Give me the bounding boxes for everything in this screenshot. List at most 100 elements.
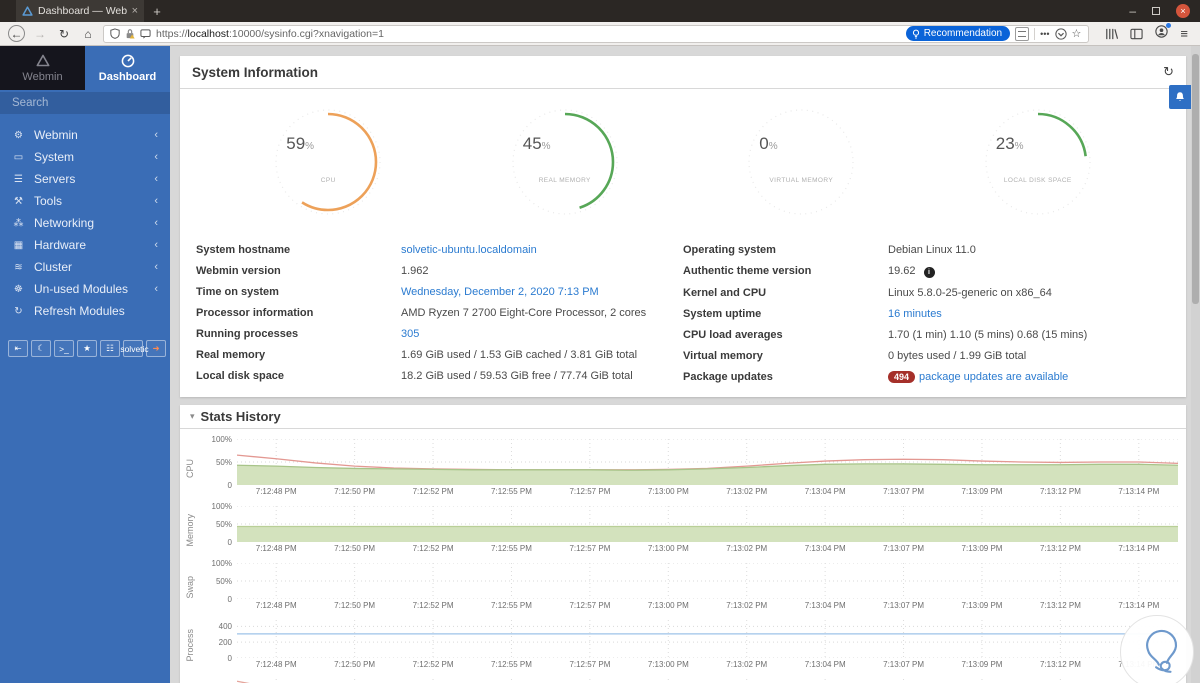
info-icon[interactable]: i bbox=[923, 266, 935, 278]
logout-button[interactable]: ➜ bbox=[146, 340, 166, 357]
gauge-label: REAL MEMORY bbox=[538, 177, 591, 184]
scrollbar-thumb[interactable] bbox=[1192, 54, 1199, 304]
time-tick: 7:12:52 PM bbox=[412, 601, 454, 610]
info-value-text: Linux 5.8.0-25-generic on x86_64 bbox=[888, 286, 1052, 299]
info-value-link[interactable]: 305 bbox=[401, 328, 419, 340]
chart-plot-process bbox=[237, 620, 1178, 658]
gauge-arc bbox=[275, 109, 381, 215]
reload-button[interactable]: ↻ bbox=[55, 25, 73, 43]
chart-row-memory: Memory 100% 50% 0 7:12:48 PM 7:12:50 PM 7:12:5… bbox=[182, 502, 1178, 555]
sidebar-item-label: Un-used Modules bbox=[34, 282, 129, 296]
url-bar[interactable]: https://localhost:10000/sysinfo.cgi?xnav… bbox=[103, 24, 1090, 43]
minimize-button[interactable]: – bbox=[1129, 4, 1136, 18]
refresh-icon[interactable]: ↻ bbox=[1163, 64, 1174, 80]
titlebar-spacer bbox=[170, 0, 1129, 22]
window-close-button[interactable]: × bbox=[1176, 4, 1190, 18]
stats-history-title[interactable]: Stats History bbox=[201, 409, 281, 424]
chart-time-axis-cpu: 7:12:48 PM 7:12:50 PM 7:12:52 PM 7:12:55 PM… bbox=[237, 485, 1178, 498]
forward-button[interactable]: → bbox=[31, 25, 49, 43]
chart-axis-label-process: Process bbox=[184, 629, 195, 662]
info-value: 0 bytes used / 1.99 GiB total bbox=[888, 350, 1026, 362]
bookmark-star-icon[interactable]: ☆ bbox=[1072, 27, 1083, 40]
info-value-link[interactable]: 16 minutes bbox=[888, 308, 942, 320]
info-value: 16 minutes bbox=[888, 308, 942, 320]
stats-history-card: ▾ Stats History CPU 100% 50% 0 7:12:48 PM 7:1… bbox=[180, 405, 1186, 683]
sidebar-search[interactable] bbox=[0, 92, 170, 114]
info-value-link[interactable]: package updates are available bbox=[919, 371, 1068, 383]
info-label: Package updates bbox=[683, 370, 773, 383]
favorites-button[interactable]: ★ bbox=[77, 340, 97, 357]
y-tick: 0 bbox=[227, 481, 232, 490]
lock-warning-icon[interactable] bbox=[125, 28, 135, 39]
url-text[interactable]: https://localhost:10000/sysinfo.cgi?xnav… bbox=[156, 28, 901, 40]
browser-tab[interactable]: Dashboard — Webmin 1. × bbox=[16, 0, 144, 22]
preferences-button[interactable]: ☷ bbox=[100, 340, 120, 357]
time-tick: 7:12:48 PM bbox=[255, 487, 297, 496]
chart-time-axis-process: 7:12:48 PM 7:12:50 PM 7:12:52 PM 7:12:55 PM… bbox=[237, 658, 1178, 671]
collapse-icon[interactable]: ▾ bbox=[190, 411, 195, 422]
gauge-real-memory: 45% REAL MEMORY bbox=[447, 107, 684, 217]
time-tick: 7:13:07 PM bbox=[883, 601, 925, 610]
time-tick: 7:13:12 PM bbox=[1039, 544, 1081, 553]
collapse-sidebar-button[interactable]: ⇤ bbox=[8, 340, 28, 357]
y-tick: 50% bbox=[215, 520, 232, 529]
gauge-local-disk-space: 23% LOCAL DISK SPACE bbox=[920, 107, 1157, 217]
search-input[interactable] bbox=[12, 97, 166, 109]
info-label: System hostname bbox=[196, 243, 291, 256]
gauge-label: CPU bbox=[320, 177, 336, 184]
account-notification-dot bbox=[1166, 22, 1172, 28]
sidebar-item-webmin[interactable]: ⚙ Webmin ‹ bbox=[0, 124, 170, 146]
time-tick: 7:12:50 PM bbox=[334, 601, 376, 610]
table-row-authentic-theme-version: Authentic theme version 19.62 i bbox=[683, 260, 1146, 282]
sidebar-item-tools[interactable]: ⚒ Tools ‹ bbox=[0, 190, 170, 212]
night-mode-button[interactable]: ☾ bbox=[31, 340, 51, 357]
chart-plot-memory bbox=[237, 506, 1178, 542]
sidebar-item-networking[interactable]: ⁂ Networking ‹ bbox=[0, 212, 170, 234]
sidebar-item-system[interactable]: ▭ System ‹ bbox=[0, 146, 170, 168]
terminal-button[interactable]: >_ bbox=[54, 340, 74, 357]
library-icon[interactable] bbox=[1105, 28, 1119, 40]
info-value: 494 package updates are available bbox=[888, 370, 1068, 383]
user-button[interactable]: solvetic bbox=[120, 340, 149, 357]
chart-time-axis-memory: 7:12:48 PM 7:12:50 PM 7:12:52 PM 7:12:55 PM… bbox=[237, 542, 1178, 555]
sidebar-item-un-used-modules[interactable]: ☸ Un-used Modules ‹ bbox=[0, 278, 170, 300]
sidebar-item-refresh-modules[interactable]: ↻ Refresh Modules bbox=[0, 300, 170, 322]
sidebar-tab-dashboard[interactable]: Dashboard bbox=[85, 46, 170, 90]
menu-button[interactable]: ≡ bbox=[1180, 26, 1188, 41]
main-content: System Information ↻ 59% CPU 45% REAL MEMOR… bbox=[170, 46, 1200, 683]
sidebar-tab-webmin[interactable]: Webmin bbox=[0, 46, 85, 90]
account-button[interactable] bbox=[1155, 22, 1172, 43]
gauge-value: 0% bbox=[759, 134, 778, 153]
info-label: Operating system bbox=[683, 243, 776, 256]
sidebar-item-servers[interactable]: ☰ Servers ‹ bbox=[0, 168, 170, 190]
notifications-button[interactable] bbox=[1169, 85, 1191, 109]
page-actions-menu-icon[interactable]: ••• bbox=[1040, 29, 1049, 39]
tab-close-icon[interactable]: × bbox=[132, 5, 138, 17]
page-scrollbar[interactable] bbox=[1191, 46, 1200, 683]
new-tab-button[interactable]: + bbox=[144, 0, 170, 22]
y-tick: 50% bbox=[215, 577, 232, 586]
sidebar-item-cluster[interactable]: ≋ Cluster ‹ bbox=[0, 256, 170, 278]
terminal-icon: >_ bbox=[59, 343, 69, 354]
info-value-link[interactable]: solvetic-ubuntu.localdomain bbox=[401, 244, 537, 256]
sidebar-panels-icon[interactable] bbox=[1130, 28, 1144, 40]
sidebar-item-label: Refresh Modules bbox=[34, 304, 125, 318]
time-tick: 7:13:12 PM bbox=[1039, 487, 1081, 496]
home-button[interactable]: ⌂ bbox=[79, 25, 97, 43]
back-button[interactable]: ← bbox=[8, 25, 25, 42]
shield-icon[interactable] bbox=[110, 28, 120, 39]
gauge-value: 23% bbox=[995, 134, 1024, 153]
logout-icon: ➜ bbox=[152, 343, 160, 353]
permissions-bubble-icon[interactable] bbox=[140, 28, 151, 39]
page-action-icon[interactable] bbox=[1015, 26, 1030, 41]
sidebar-item-hardware[interactable]: ▦ Hardware ‹ bbox=[0, 234, 170, 256]
info-column-left: System hostname solvetic-ubuntu.localdoma… bbox=[196, 239, 683, 387]
chart-row-process: Process 400 200 0 7:12:48 PM 7:12:50 PM 7:12:5… bbox=[182, 620, 1178, 671]
maximize-button[interactable] bbox=[1152, 7, 1160, 15]
time-tick: 7:12:52 PM bbox=[412, 660, 454, 669]
recommendation-button[interactable]: Recommendation bbox=[905, 26, 1011, 41]
sidebar-menu: ⚙ Webmin ‹ ▭ System ‹ ☰ Servers ‹ ⚒ Tools ‹ ⁂ Network… bbox=[0, 124, 170, 322]
time-tick: 7:13:00 PM bbox=[647, 487, 689, 496]
info-value-link[interactable]: Wednesday, December 2, 2020 7:13 PM bbox=[401, 286, 599, 298]
pocket-icon[interactable] bbox=[1054, 27, 1067, 40]
